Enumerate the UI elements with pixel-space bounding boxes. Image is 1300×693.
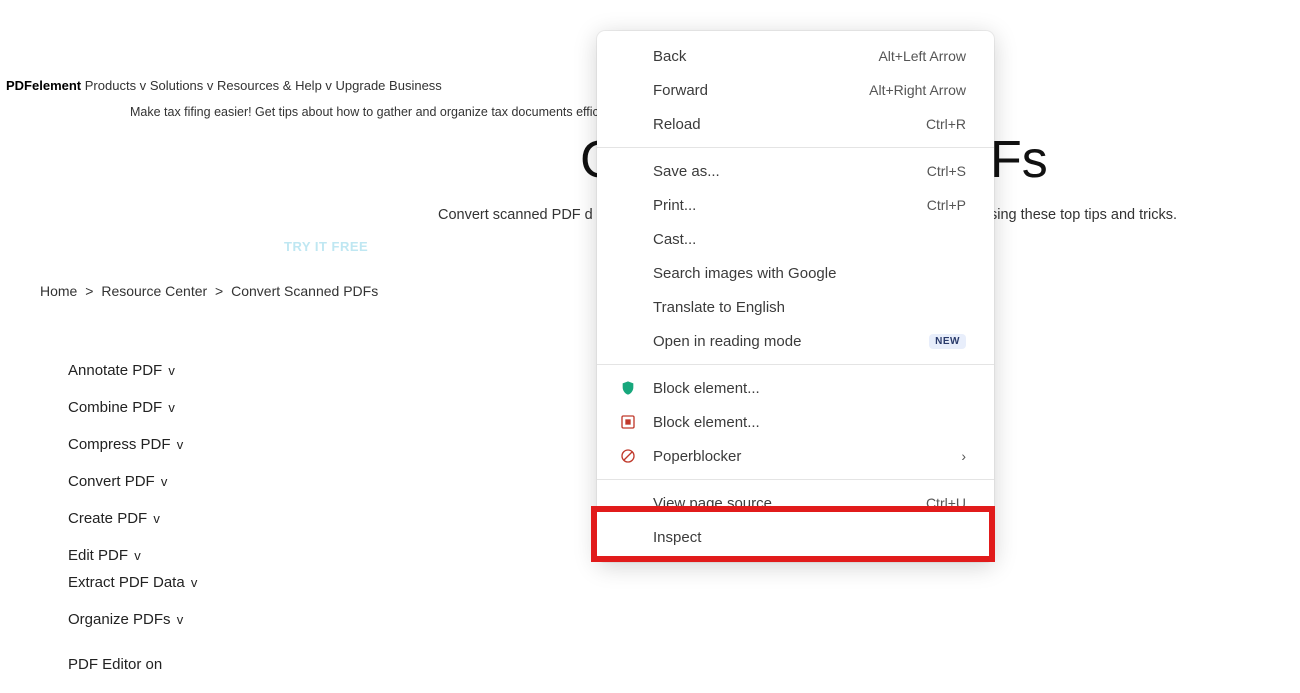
sidebar-item-create[interactable]: Create PDF v [68,510,197,527]
ctx-save-as[interactable]: Save as... Ctrl+S [597,154,994,188]
tagline-text: Make tax fifing easier! Get tips about h… [130,105,642,119]
nav-resources[interactable]: Resources & Help v [217,78,332,93]
breadcrumb-current: Convert Scanned PDFs [231,283,378,299]
brand-name[interactable]: PDFelement [6,78,81,93]
menu-divider [597,364,994,365]
new-badge: NEW [929,334,966,349]
chevron-down-icon: v [134,548,141,563]
breadcrumb-home[interactable]: Home [40,283,77,299]
sidebar-menu: Annotate PDF v Combine PDF v Compress PD… [68,362,197,693]
breadcrumb: Home > Resource Center > Convert Scanned… [40,283,378,299]
shortcut-text: Ctrl+P [927,197,966,213]
sidebar-item-edit[interactable]: Edit PDF v [68,547,197,564]
menu-divider [597,147,994,148]
chevron-down-icon: v [191,575,198,590]
ctx-print[interactable]: Print... Ctrl+P [597,188,994,222]
block-square-icon [619,413,637,431]
ctx-view-source[interactable]: View page source Ctrl+U [597,486,994,520]
sidebar-item-editor-on[interactable]: PDF Editor on [68,656,197,673]
chevron-down-icon: v [161,474,168,489]
top-navbar: PDFelement Products v Solutions v Resour… [6,78,442,93]
ctx-reload[interactable]: Reload Ctrl+R [597,107,994,141]
shield-icon [619,379,637,397]
nav-business[interactable]: Business [389,78,442,93]
shortcut-text: Ctrl+S [927,163,966,179]
chevron-down-icon: v [168,363,175,378]
chevron-right-icon: › [961,448,966,464]
sidebar-item-organize[interactable]: Organize PDFs v [68,611,197,628]
ctx-inspect[interactable]: Inspect [597,520,994,554]
chevron-down-icon: v [153,511,160,526]
breadcrumb-separator: > [85,283,93,299]
ctx-poperblocker[interactable]: Poperblocker › [597,439,994,473]
chevron-down-icon: v [177,612,184,627]
ctx-search-images[interactable]: Search images with Google [597,256,994,290]
nav-products[interactable]: Products v [85,78,146,93]
ctx-reading-mode[interactable]: Open in reading mode NEW [597,324,994,358]
ctx-forward[interactable]: Forward Alt+Right Arrow [597,73,994,107]
shortcut-text: Alt+Right Arrow [869,82,966,98]
ctx-block-element-2[interactable]: Block element... [597,405,994,439]
ctx-back[interactable]: Back Alt+Left Arrow [597,39,994,73]
chevron-down-icon: v [168,400,175,415]
sidebar-item-extract[interactable]: Extract PDF Data v [68,574,197,591]
sidebar-item-annotate[interactable]: Annotate PDF v [68,362,197,379]
block-circle-icon [619,447,637,465]
breadcrumb-resource-center[interactable]: Resource Center [101,283,207,299]
ctx-block-element-1[interactable]: Block element... [597,371,994,405]
sidebar-item-combine[interactable]: Combine PDF v [68,399,197,416]
ctx-cast[interactable]: Cast... [597,222,994,256]
sidebar-item-convert[interactable]: Convert PDF v [68,473,197,490]
menu-divider [597,479,994,480]
shortcut-text: Ctrl+U [926,495,966,511]
context-menu: Back Alt+Left Arrow Forward Alt+Right Ar… [597,31,994,562]
sidebar-item-compress[interactable]: Compress PDF v [68,436,197,453]
nav-solutions[interactable]: Solutions v [150,78,214,93]
ctx-translate[interactable]: Translate to English [597,290,994,324]
shortcut-text: Alt+Left Arrow [878,48,966,64]
breadcrumb-separator: > [215,283,223,299]
shortcut-text: Ctrl+R [926,116,966,132]
nav-upgrade[interactable]: Upgrade [336,78,386,93]
chevron-down-icon: v [177,437,184,452]
try-free-button[interactable]: TRY IT FREE [284,239,368,254]
